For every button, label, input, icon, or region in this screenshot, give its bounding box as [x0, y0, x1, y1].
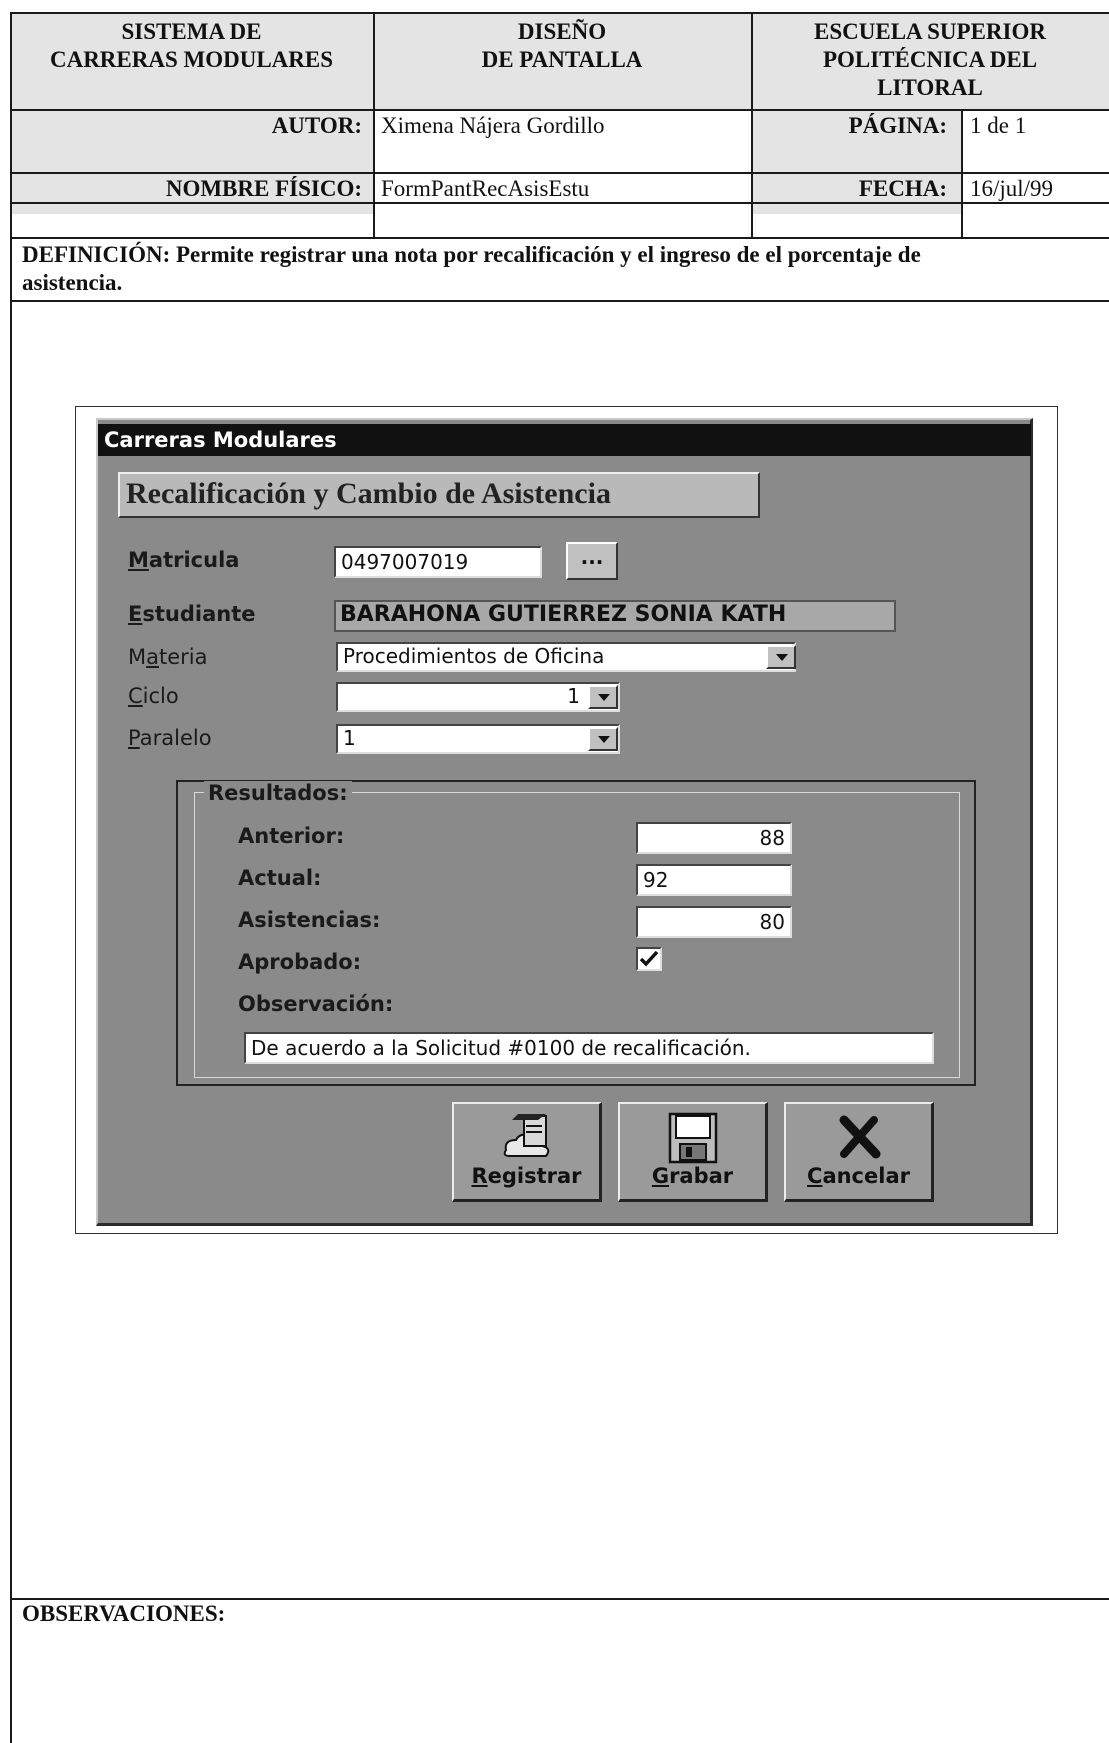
- aprobado-checkbox[interactable]: [636, 947, 662, 971]
- materia-label: Materia: [128, 645, 208, 669]
- physical-name-value: FormPantRecAsisEstu: [381, 176, 590, 201]
- cancelar-label: Cancelar: [807, 1164, 910, 1188]
- window-title: Carreras Modulares: [98, 424, 1031, 456]
- registrar-button[interactable]: Registrar: [452, 1102, 602, 1202]
- physical-name-label: NOMBRE FÍSICO:: [165, 176, 362, 201]
- ciclo-label: Ciclo: [128, 684, 179, 708]
- registrar-label: Registrar: [471, 1164, 582, 1188]
- register-icon: [503, 1114, 550, 1157]
- form-heading: Recalificación y Cambio de Asistencia: [118, 472, 760, 518]
- asistencias-input[interactable]: 80: [636, 906, 792, 938]
- estudiante-value: BARAHONA GUTIERREZ SONIA KATH: [334, 600, 896, 632]
- actual-label: Actual:: [238, 866, 322, 890]
- anterior-input[interactable]: 88: [636, 822, 792, 854]
- date-label: FECHA:: [858, 176, 947, 201]
- definition-text-cont: asistencia.: [22, 270, 123, 295]
- cancel-x-icon: [839, 1115, 881, 1159]
- grabar-button[interactable]: Grabar: [618, 1102, 768, 1202]
- school-title: ESCUELA SUPERIOR POLITÉCNICA DEL LITORAL: [814, 19, 1046, 100]
- system-title: SISTEMA DE CARRERAS MODULARES: [49, 19, 334, 72]
- materia-dropdown-button[interactable]: [766, 645, 796, 669]
- anterior-label: Anterior:: [238, 824, 345, 848]
- cancelar-button[interactable]: Cancelar: [784, 1102, 934, 1202]
- observacion-input[interactable]: De acuerdo a la Solicitud #0100 de recal…: [244, 1032, 934, 1064]
- check-icon: [639, 950, 659, 967]
- matricula-lookup-button[interactable]: ...: [566, 542, 618, 580]
- paralelo-dropdown-button[interactable]: [588, 727, 618, 751]
- observacion-label: Observación:: [238, 992, 394, 1016]
- page-label: PÁGINA:: [848, 113, 947, 138]
- grabar-label: Grabar: [651, 1164, 734, 1188]
- actual-input[interactable]: 92: [636, 864, 792, 896]
- paralelo-label: Paralelo: [128, 726, 212, 750]
- materia-select[interactable]: Procedimientos de Oficina: [336, 642, 796, 672]
- author-value: Ximena Nájera Gordillo: [381, 113, 605, 138]
- design-title: DISEÑO DE PANTALLA: [481, 19, 643, 72]
- author-label: AUTOR:: [271, 113, 362, 138]
- definition-text: Permite registrar una nota por recalific…: [175, 242, 921, 267]
- date-value: 16/jul/99: [970, 176, 1054, 201]
- estudiante-label: Estudiante: [128, 602, 256, 626]
- ciclo-select[interactable]: 1: [336, 682, 620, 712]
- matricula-input[interactable]: 0497007019: [334, 546, 542, 578]
- matricula-label: Matricula: [128, 548, 240, 572]
- app-window: Carreras Modulares Recalificación y Camb…: [96, 418, 1033, 1226]
- asistencias-label: Asistencias:: [238, 908, 381, 932]
- page-value: 1 de 1: [970, 113, 1027, 138]
- resultados-title: Resultados:: [204, 781, 352, 805]
- observations-label: OBSERVACIONES:: [22, 1601, 226, 1626]
- ciclo-dropdown-button[interactable]: [588, 685, 618, 709]
- paralelo-select[interactable]: 1: [336, 724, 620, 754]
- save-disk-icon: [668, 1112, 718, 1164]
- definition-label: DEFINICIÓN:: [22, 242, 171, 267]
- aprobado-label: Aprobado:: [238, 950, 362, 974]
- definition: DEFINICIÓN: Permite registrar una nota p…: [22, 241, 1102, 297]
